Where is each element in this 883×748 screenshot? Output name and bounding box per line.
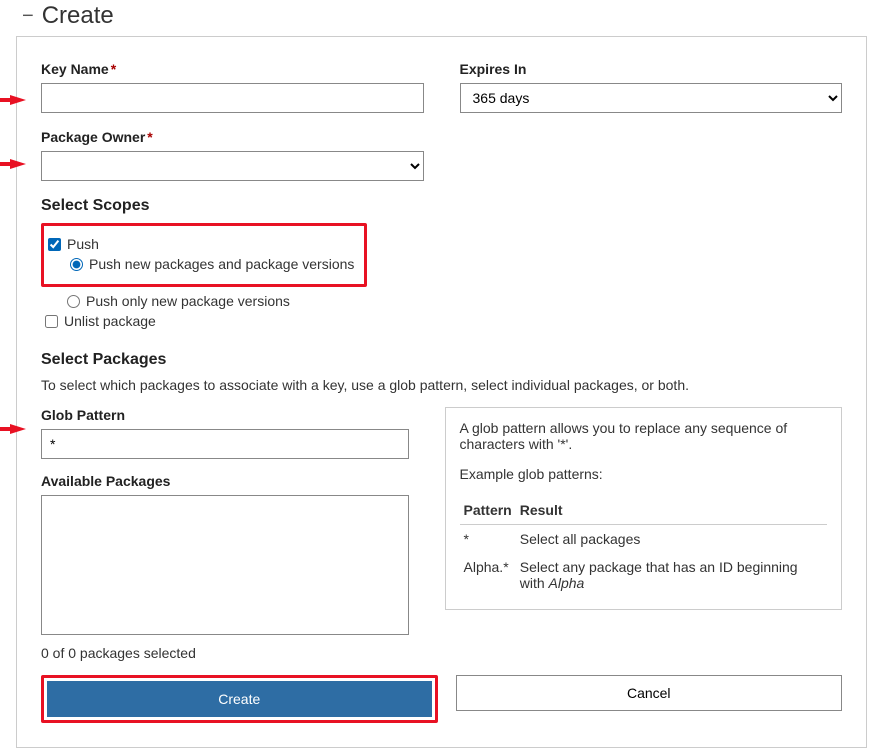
create-panel: Key Name* Expires In 365 days Package Ow… [16, 36, 867, 748]
push-new-label: Push new packages and package versions [89, 256, 354, 272]
unlist-checkbox[interactable] [45, 315, 58, 328]
glob-help-text-2: Example glob patterns: [460, 466, 828, 482]
page-title: Create [42, 2, 114, 30]
selected-count: 0 of 0 packages selected [41, 645, 409, 661]
select-packages-desc: To select which packages to associate wi… [41, 377, 842, 393]
required-indicator: * [147, 129, 152, 145]
push-only-label: Push only new package versions [86, 293, 290, 309]
push-label: Push [67, 236, 99, 252]
expires-in-label: Expires In [460, 61, 843, 77]
push-checkbox[interactable] [48, 238, 61, 251]
glob-help-text-1: A glob pattern allows you to replace any… [460, 420, 828, 452]
select-scopes-heading: Select Scopes [41, 197, 842, 215]
package-owner-select[interactable] [41, 151, 424, 181]
select-packages-heading: Select Packages [41, 351, 842, 369]
pattern-cell: Alpha.* [460, 553, 516, 597]
package-owner-label: Package Owner* [41, 129, 424, 145]
collapse-icon[interactable]: − [22, 6, 34, 26]
scopes-highlight-box: Push Push new packages and package versi… [41, 223, 367, 287]
create-button-highlight: Create [41, 675, 438, 723]
result-col-header: Result [516, 496, 827, 525]
expires-in-select[interactable]: 365 days [460, 83, 843, 113]
available-packages-label: Available Packages [41, 473, 409, 489]
create-button[interactable]: Create [47, 681, 432, 717]
table-row: Alpha.* Select any package that has an I… [460, 553, 828, 597]
available-packages-box[interactable] [41, 495, 409, 635]
result-cell: Select all packages [516, 525, 827, 554]
pattern-col-header: Pattern [460, 496, 516, 525]
required-indicator: * [111, 61, 116, 77]
unlist-label: Unlist package [64, 313, 156, 329]
key-name-input[interactable] [41, 83, 424, 113]
cancel-button[interactable]: Cancel [456, 675, 843, 711]
glob-pattern-table: Pattern Result * Select all packages Alp… [460, 496, 828, 597]
key-name-label: Key Name* [41, 61, 424, 77]
glob-pattern-input[interactable] [41, 429, 409, 459]
table-row: * Select all packages [460, 525, 828, 554]
pattern-cell: * [460, 525, 516, 554]
glob-pattern-label: Glob Pattern [41, 407, 409, 423]
push-new-radio[interactable] [70, 258, 83, 271]
glob-help-panel: A glob pattern allows you to replace any… [445, 407, 843, 610]
result-cell: Select any package that has an ID beginn… [516, 553, 827, 597]
push-only-radio[interactable] [67, 295, 80, 308]
